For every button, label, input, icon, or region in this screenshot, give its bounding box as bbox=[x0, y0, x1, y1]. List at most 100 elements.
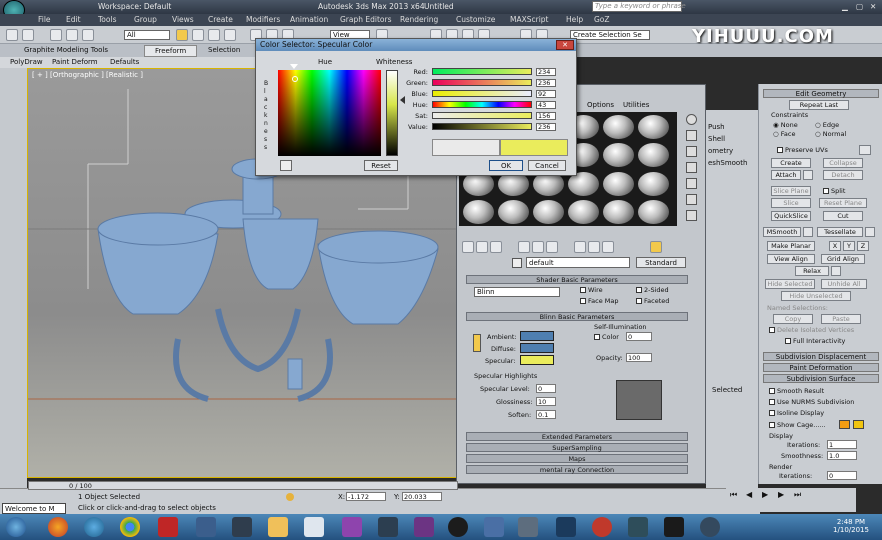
green-slider[interactable] bbox=[432, 79, 532, 86]
slice-plane-button[interactable]: Slice Plane bbox=[771, 186, 811, 196]
rollout-subdivision-displacement[interactable]: Subdivision Displacement bbox=[763, 352, 879, 361]
cage-color-swatch-1[interactable] bbox=[839, 420, 850, 429]
rollout-maps[interactable]: Maps bbox=[466, 454, 688, 463]
use-nurms-checkbox[interactable]: Use NURMS Subdivision bbox=[769, 398, 854, 406]
screen-eyedropper-icon[interactable] bbox=[280, 160, 292, 171]
sample-slot[interactable] bbox=[568, 200, 599, 224]
red-slider[interactable] bbox=[432, 68, 532, 75]
go-to-end-icon[interactable]: ⏭ bbox=[794, 490, 801, 500]
sample-slot[interactable] bbox=[638, 143, 669, 167]
next-frame-icon[interactable]: ▶ bbox=[778, 490, 784, 499]
y-coordinate-field[interactable]: 20.033 bbox=[402, 492, 442, 501]
select-object-icon[interactable] bbox=[176, 29, 188, 41]
sample-slot[interactable] bbox=[533, 200, 564, 224]
put-to-library-icon[interactable] bbox=[546, 241, 558, 253]
make-planar-button[interactable]: Make Planar bbox=[767, 241, 815, 251]
previous-frame-icon[interactable]: ◀ bbox=[746, 490, 752, 499]
tab-freeform[interactable]: Freeform bbox=[144, 45, 198, 57]
opacity-value[interactable]: 100 bbox=[626, 353, 652, 362]
chrome-icon[interactable] bbox=[120, 517, 140, 537]
hide-unselected-button[interactable]: Hide Unselected bbox=[781, 291, 851, 301]
rollout-mental-ray-connection[interactable]: mental ray Connection bbox=[466, 465, 688, 474]
cut-button[interactable]: Cut bbox=[823, 211, 863, 221]
meshsmooth-button-partial[interactable]: eshSmooth bbox=[708, 159, 747, 167]
menu-rendering[interactable]: Rendering bbox=[400, 15, 438, 24]
cage-color-swatch-2[interactable] bbox=[853, 420, 864, 429]
menu-help[interactable]: Help bbox=[566, 15, 583, 24]
menu-customize[interactable]: Customize bbox=[456, 15, 495, 24]
msmooth-button[interactable]: MSmooth bbox=[763, 227, 801, 237]
render-iterations-value[interactable]: 0 bbox=[827, 471, 857, 480]
rollout-edit-geometry[interactable]: Edit Geometry bbox=[763, 89, 879, 98]
hue-blackness-picker[interactable] bbox=[278, 70, 381, 156]
select-by-name-icon[interactable] bbox=[192, 29, 204, 41]
sample-slot[interactable] bbox=[603, 172, 634, 196]
sample-uv-tiling-icon[interactable] bbox=[686, 162, 697, 173]
full-interactivity-checkbox[interactable]: Full Interactivity bbox=[785, 337, 845, 345]
split-checkbox[interactable]: Split bbox=[823, 187, 845, 195]
lock-icon[interactable] bbox=[473, 334, 481, 352]
maxscript-listener[interactable]: Welcome to M bbox=[2, 503, 66, 514]
subtab-polydraw[interactable]: PolyDraw bbox=[10, 58, 43, 66]
attach-button[interactable]: Attach bbox=[771, 170, 801, 180]
iterations-value[interactable]: 1 bbox=[827, 440, 857, 449]
backlight-icon[interactable] bbox=[686, 130, 697, 141]
view-align-button[interactable]: View Align bbox=[767, 254, 815, 264]
menu-maxscript[interactable]: MAXScript bbox=[510, 15, 549, 24]
rectangular-region-icon[interactable] bbox=[208, 29, 220, 41]
self-illum-color-checkbox[interactable]: Color bbox=[594, 333, 619, 341]
app-icon-4[interactable] bbox=[342, 517, 362, 537]
system-clock[interactable]: 2:48 PM 1/10/2015 bbox=[826, 518, 876, 534]
preserve-uvs-settings-icon[interactable] bbox=[859, 145, 871, 155]
x-button[interactable]: X bbox=[829, 241, 841, 251]
menu-views[interactable]: Views bbox=[172, 15, 194, 24]
app-icon-11[interactable] bbox=[700, 517, 720, 537]
firefox-icon[interactable] bbox=[48, 517, 68, 537]
ambient-color-swatch[interactable] bbox=[520, 331, 554, 341]
copy-button[interactable]: Copy bbox=[773, 314, 813, 324]
preserve-uvs-checkbox[interactable]: Preserve UVs bbox=[777, 146, 828, 154]
minimize-icon[interactable]: ▁ bbox=[842, 2, 848, 11]
tessellate-settings-icon[interactable] bbox=[865, 227, 875, 237]
folder-icon[interactable] bbox=[268, 517, 288, 537]
show-map-icon[interactable] bbox=[574, 241, 586, 253]
video-color-check-icon[interactable] bbox=[686, 178, 697, 189]
eyedropper-icon[interactable] bbox=[512, 258, 522, 268]
app-icon-2[interactable] bbox=[232, 517, 252, 537]
reset-plane-button[interactable]: Reset Plane bbox=[819, 198, 867, 208]
menu-modifiers[interactable]: Modifiers bbox=[246, 15, 280, 24]
app-icon-6[interactable] bbox=[414, 517, 434, 537]
ok-button[interactable]: OK bbox=[489, 160, 523, 171]
zbrush-icon[interactable] bbox=[518, 517, 538, 537]
specular-color-swatch[interactable] bbox=[520, 355, 554, 365]
go-to-parent-icon[interactable] bbox=[602, 241, 614, 253]
menu-file[interactable]: File bbox=[38, 15, 51, 24]
soften-value[interactable]: 0.1 bbox=[536, 410, 556, 419]
window-crossing-icon[interactable] bbox=[224, 29, 236, 41]
internet-explorer-icon[interactable] bbox=[84, 517, 104, 537]
menu-utilities[interactable]: Utilities bbox=[623, 101, 649, 109]
filezilla-icon[interactable] bbox=[158, 517, 178, 537]
redo-icon[interactable] bbox=[22, 29, 34, 41]
menu-edit[interactable]: Edit bbox=[66, 15, 81, 24]
faceted-checkbox[interactable]: Faceted bbox=[636, 297, 669, 305]
show-end-result-icon[interactable] bbox=[588, 241, 600, 253]
diffuse-color-swatch[interactable] bbox=[520, 343, 554, 353]
constraint-none-radio[interactable]: ◉ None bbox=[773, 121, 798, 129]
background-icon[interactable] bbox=[686, 146, 697, 157]
link-icon[interactable] bbox=[50, 29, 62, 41]
material-type-button[interactable]: Standard bbox=[636, 257, 686, 268]
glossiness-value[interactable]: 10 bbox=[536, 397, 556, 406]
put-to-scene-icon[interactable] bbox=[476, 241, 488, 253]
rollout-blinn-basic[interactable]: Blinn Basic Parameters bbox=[466, 312, 688, 321]
msmooth-settings-icon[interactable] bbox=[803, 227, 813, 237]
tab-selection[interactable]: Selection bbox=[208, 46, 240, 54]
red-value[interactable]: 234 bbox=[536, 68, 556, 76]
attach-settings-icon[interactable] bbox=[803, 170, 813, 180]
isoline-display-checkbox[interactable]: Isoline Display bbox=[769, 409, 824, 417]
rollout-paint-deformation[interactable]: Paint Deformation bbox=[763, 363, 879, 372]
sample-slot[interactable] bbox=[638, 115, 669, 139]
play-icon[interactable]: ▶ bbox=[762, 490, 768, 499]
x-coordinate-field[interactable]: -1.172 bbox=[346, 492, 386, 501]
blue-slider[interactable] bbox=[432, 90, 532, 97]
